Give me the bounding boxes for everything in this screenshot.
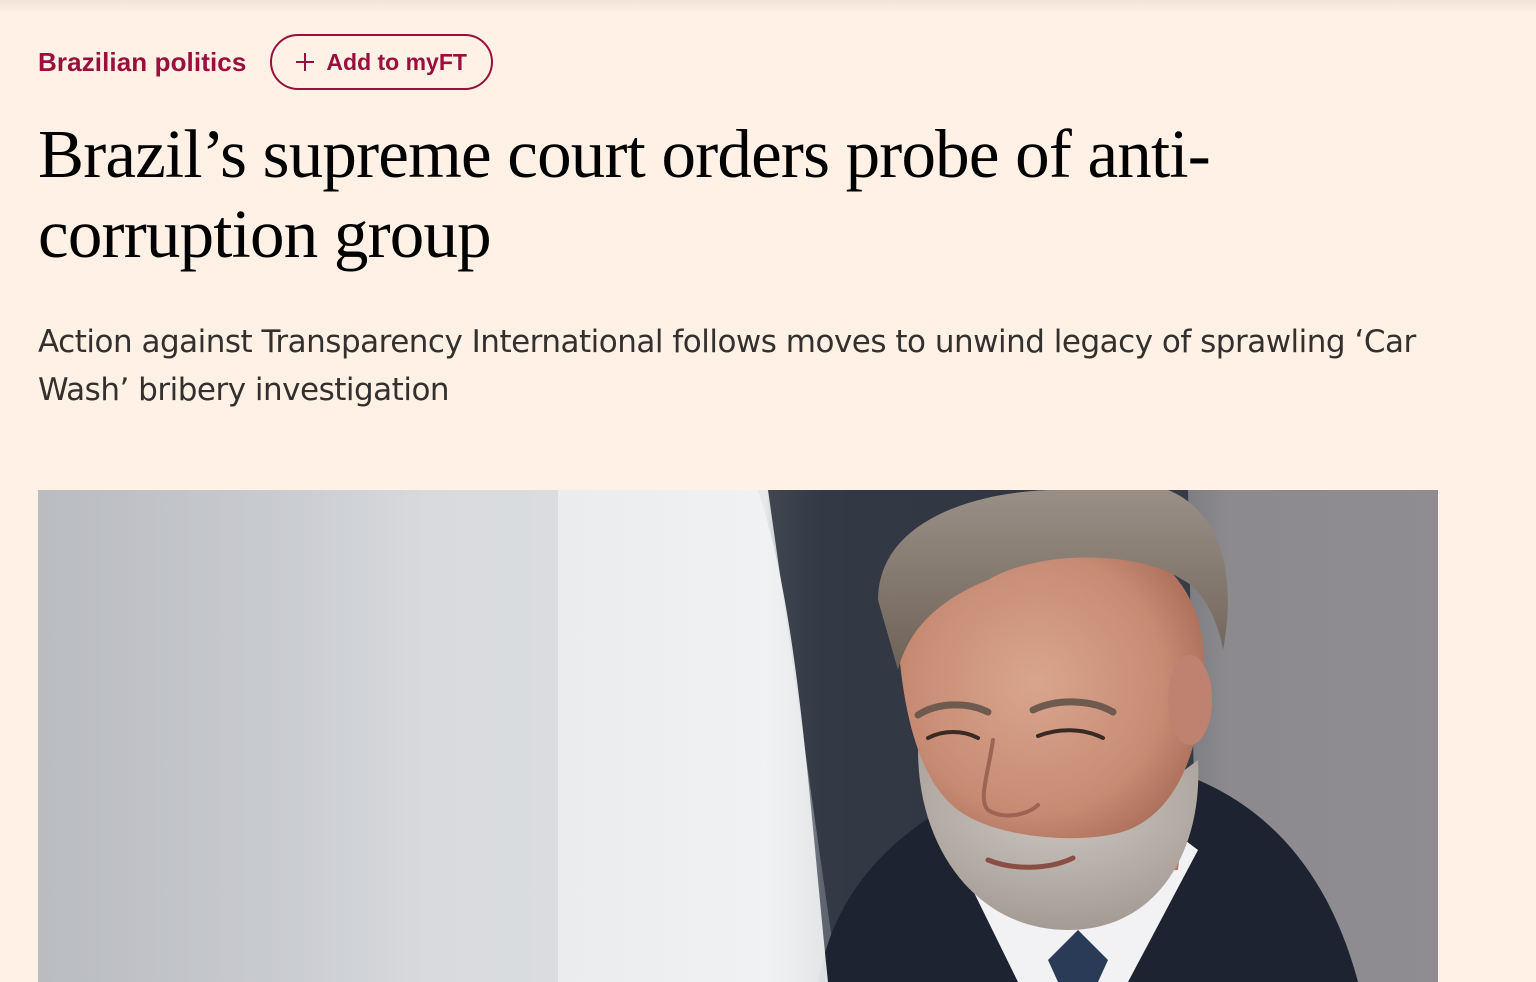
add-to-myft-label: Add to myFT [326,48,467,75]
article-headline: Brazil’s supreme court orders probe of a… [38,116,1211,272]
plus-icon [296,53,315,71]
topic-link[interactable]: Brazilian politics [38,32,246,92]
page-top-shadow [0,0,1536,14]
hero-image [38,490,1438,982]
hero-photo [38,490,1438,982]
topic-row: Brazilian politics Add to myFT [38,32,493,92]
article-standfirst: Action against Transparency Internationa… [38,324,1416,408]
add-to-myft-button[interactable]: Add to myFT [270,34,493,90]
